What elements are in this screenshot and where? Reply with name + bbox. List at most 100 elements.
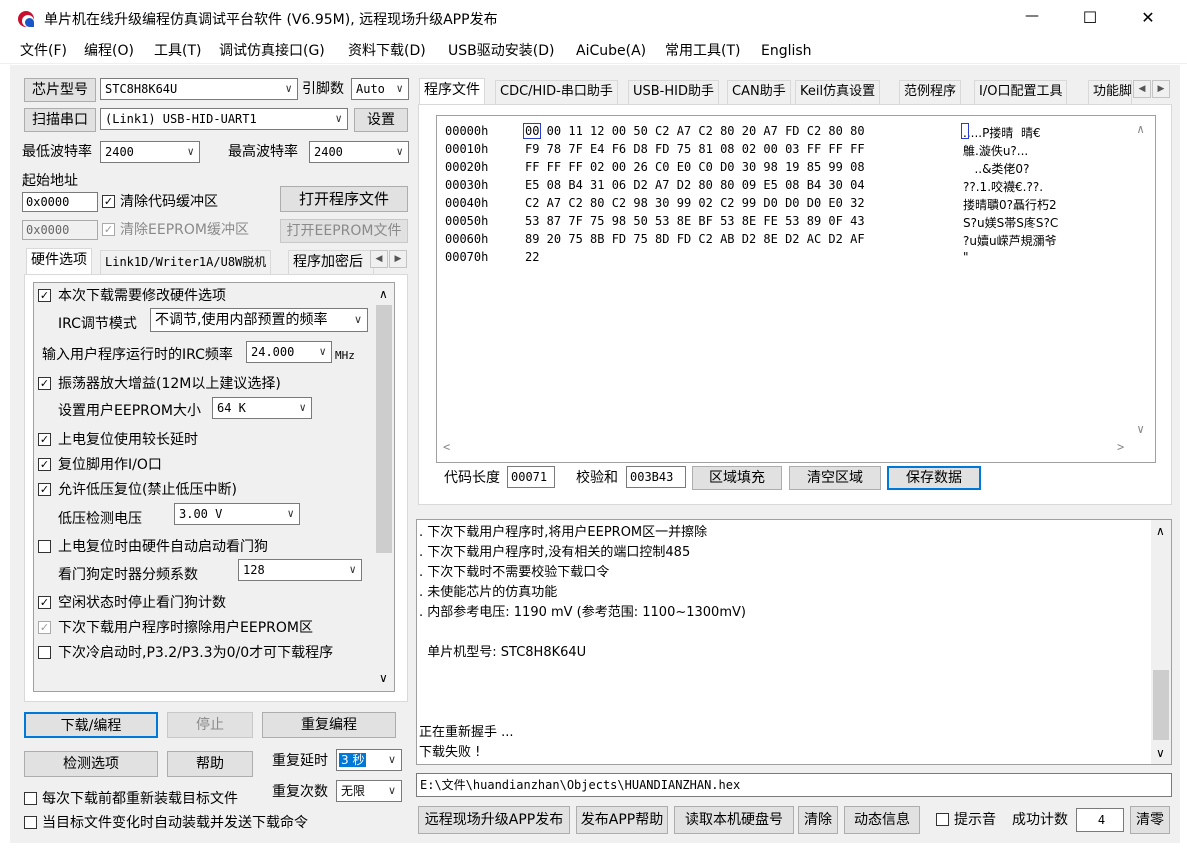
hex-view[interactable]: 00000h 00 00 11 12 00 50 C2 A7 C2 80 20 A… xyxy=(436,115,1156,463)
tab-functions[interactable]: 功能脚 xyxy=(1088,80,1132,104)
maximize-button[interactable]: ☐ xyxy=(1070,8,1110,27)
download-program-button[interactable]: 下载/编程 xyxy=(24,712,158,738)
long-delay-checkbox[interactable]: ✓ xyxy=(38,433,51,446)
close-button[interactable]: ✕ xyxy=(1128,8,1168,27)
log-scrollbar[interactable]: ∧ ∨ xyxy=(1151,520,1171,764)
code-address-input[interactable]: 0x0000 xyxy=(22,192,98,212)
tab-encryption[interactable]: 程序加密后 xyxy=(288,250,374,274)
tab-hardware-options[interactable]: 硬件选项 xyxy=(26,248,92,274)
pin-count-select[interactable]: Auto ∨ xyxy=(351,78,409,100)
scroll-down-icon[interactable]: ∨ xyxy=(1156,746,1165,760)
menu-program[interactable]: 编程(O) xyxy=(84,42,134,60)
clear-code-checkbox[interactable]: ✓ xyxy=(102,195,115,208)
watchdog-checkbox[interactable] xyxy=(38,540,51,553)
clear-eeprom-checkbox[interactable]: ✓ xyxy=(102,223,115,236)
code-length-value: 00071 xyxy=(507,466,555,488)
app-help-button[interactable]: 发布APP帮助 xyxy=(576,806,668,834)
menu-debug-interface[interactable]: 调试仿真接口(G) xyxy=(219,42,325,60)
dynamic-info-button[interactable]: 动态信息 xyxy=(844,806,920,834)
hex-ascii: .....P搂晴 晴€ xyxy=(963,126,1041,140)
tab-scroll-left-icon[interactable]: ◀ xyxy=(370,250,388,268)
tab-program-file[interactable]: 程序文件 xyxy=(419,78,485,104)
check-options-button[interactable]: 检测选项 xyxy=(24,751,158,777)
clear-log-button[interactable]: 清除 xyxy=(798,806,838,834)
clear-area-button[interactable]: 清空区域 xyxy=(789,466,881,490)
repeat-program-button[interactable]: 重复编程 xyxy=(262,712,396,738)
menu-usb-driver[interactable]: USB驱动安装(D) xyxy=(448,42,554,60)
hex-scroll-up-icon[interactable]: ∧ xyxy=(1137,122,1144,136)
read-disk-button[interactable]: 读取本机硬盘号 xyxy=(674,806,794,834)
save-data-button[interactable]: 保存数据 xyxy=(887,466,981,490)
eeprom-size-label: 设置用户EEPROM大小 xyxy=(58,403,201,419)
tab-examples[interactable]: 范例程序 xyxy=(899,80,962,104)
menu-tools[interactable]: 工具(T) xyxy=(154,42,201,60)
scroll-up-icon[interactable]: ∧ xyxy=(379,287,388,301)
beep-checkbox[interactable] xyxy=(936,813,949,826)
scroll-down-icon[interactable]: ∨ xyxy=(379,671,388,685)
options-scrollbar[interactable]: ∧ ∨ xyxy=(374,283,394,691)
menu-aicube[interactable]: AiCube(A) xyxy=(576,42,646,60)
stop-button[interactable]: 停止 xyxy=(167,712,253,738)
max-baud-select[interactable]: 2400 ∨ xyxy=(309,141,409,163)
repeat-delay-select[interactable]: 3 秒 ∨ xyxy=(336,749,402,771)
min-baud-select[interactable]: 2400 ∨ xyxy=(100,141,200,163)
chip-model-select[interactable]: STC8H8K64U ∨ xyxy=(100,78,298,100)
hex-address: 00060h xyxy=(445,232,489,246)
hex-bytes: E5 08 B4 31 06 D2 A7 D2 80 80 09 E5 08 B… xyxy=(525,178,865,192)
help-button[interactable]: 帮助 xyxy=(167,751,253,777)
low-volt-reset-checkbox[interactable]: ✓ xyxy=(38,483,51,496)
chevron-down-icon: ∨ xyxy=(353,313,362,326)
modify-hw-checkbox[interactable]: ✓ xyxy=(38,289,51,302)
log-output[interactable]: . 下次下载用户程序时,将用户EEPROM区一并擦除 . 下次下载用户程序时,没有… xyxy=(416,519,1172,765)
scan-port-button[interactable]: 扫描串口 xyxy=(24,108,96,132)
tab-scroll-right-icon[interactable]: ▶ xyxy=(1152,80,1170,98)
tab-scroll-right-icon[interactable]: ▶ xyxy=(389,250,407,268)
hex-address: 00050h xyxy=(445,214,489,228)
log-scroll-thumb[interactable] xyxy=(1153,670,1169,740)
chevron-down-icon: ∨ xyxy=(319,345,326,358)
cold-boot-checkbox[interactable] xyxy=(38,646,51,659)
reset-io-checkbox[interactable]: ✓ xyxy=(38,458,51,471)
reset-count-button[interactable]: 清零 xyxy=(1130,806,1170,834)
eeprom-size-select[interactable]: 64 K ∨ xyxy=(212,397,312,419)
scroll-thumb[interactable] xyxy=(376,305,392,553)
tab-keil-settings[interactable]: Keil仿真设置 xyxy=(795,80,881,104)
remote-upgrade-button[interactable]: 远程现场升级APP发布 xyxy=(418,806,570,834)
hex-scroll-right-icon[interactable]: > xyxy=(1117,440,1124,454)
osc-gain-checkbox[interactable]: ✓ xyxy=(38,377,51,390)
erase-eeprom-checkbox[interactable]: ✓ xyxy=(38,621,51,634)
checksum-value: 003B43 xyxy=(626,466,686,488)
tab-offline[interactable]: Link1D/Writer1A/U8W脱机 xyxy=(100,250,272,274)
eeprom-address-input[interactable]: 0x0000 xyxy=(22,220,98,240)
tab-io-config[interactable]: I/O口配置工具 xyxy=(974,80,1068,104)
open-eeprom-button[interactable]: 打开EEPROM文件 xyxy=(280,219,408,243)
tab-scroll-left-icon[interactable]: ◀ xyxy=(1133,80,1151,98)
hex-scroll-left-icon[interactable]: < xyxy=(443,440,450,454)
scroll-up-icon[interactable]: ∧ xyxy=(1156,524,1165,538)
fill-area-button[interactable]: 区域填充 xyxy=(692,466,782,490)
cold-boot-label: 下次冷启动时,P3.2/P3.3为0/0才可下载程序 xyxy=(58,645,334,661)
menu-downloads[interactable]: 资料下载(D) xyxy=(348,42,426,60)
wdt-div-select[interactable]: 128 ∨ xyxy=(238,559,362,581)
auto-load-checkbox[interactable] xyxy=(24,816,37,829)
port-select[interactable]: (Link1) USB-HID-UART1 ∨ xyxy=(100,108,348,130)
settings-button[interactable]: 设置 xyxy=(354,108,408,132)
tab-can[interactable]: CAN助手 xyxy=(727,80,791,104)
low-volt-select[interactable]: 3.00 V ∨ xyxy=(174,503,300,525)
menu-english[interactable]: English xyxy=(761,42,812,60)
repeat-count-select[interactable]: 无限 ∨ xyxy=(336,780,402,802)
minimize-button[interactable]: — xyxy=(1012,8,1052,24)
hex-ascii: 鵻.漩佚u?... xyxy=(963,144,1029,158)
irc-mode-select[interactable]: 不调节,使用内部预置的频率 ∨ xyxy=(150,308,368,332)
idle-wdt-checkbox[interactable]: ✓ xyxy=(38,596,51,609)
menu-file[interactable]: 文件(F) xyxy=(20,42,67,60)
tab-usb-hid[interactable]: USB-HID助手 xyxy=(628,80,719,104)
reload-checkbox[interactable] xyxy=(24,792,37,805)
menu-common-tools[interactable]: 常用工具(T) xyxy=(665,42,740,60)
hex-scroll-down-icon[interactable]: ∨ xyxy=(1137,422,1144,436)
log-line: 单片机型号: STC8H8K64U xyxy=(419,645,587,660)
tab-cdc-hid-serial[interactable]: CDC/HID-串口助手 xyxy=(495,80,618,104)
hex-ascii: ..&类佬0? xyxy=(963,162,1030,176)
irc-freq-select[interactable]: 24.000 ∨ xyxy=(246,341,332,363)
open-program-button[interactable]: 打开程序文件 xyxy=(280,186,408,212)
